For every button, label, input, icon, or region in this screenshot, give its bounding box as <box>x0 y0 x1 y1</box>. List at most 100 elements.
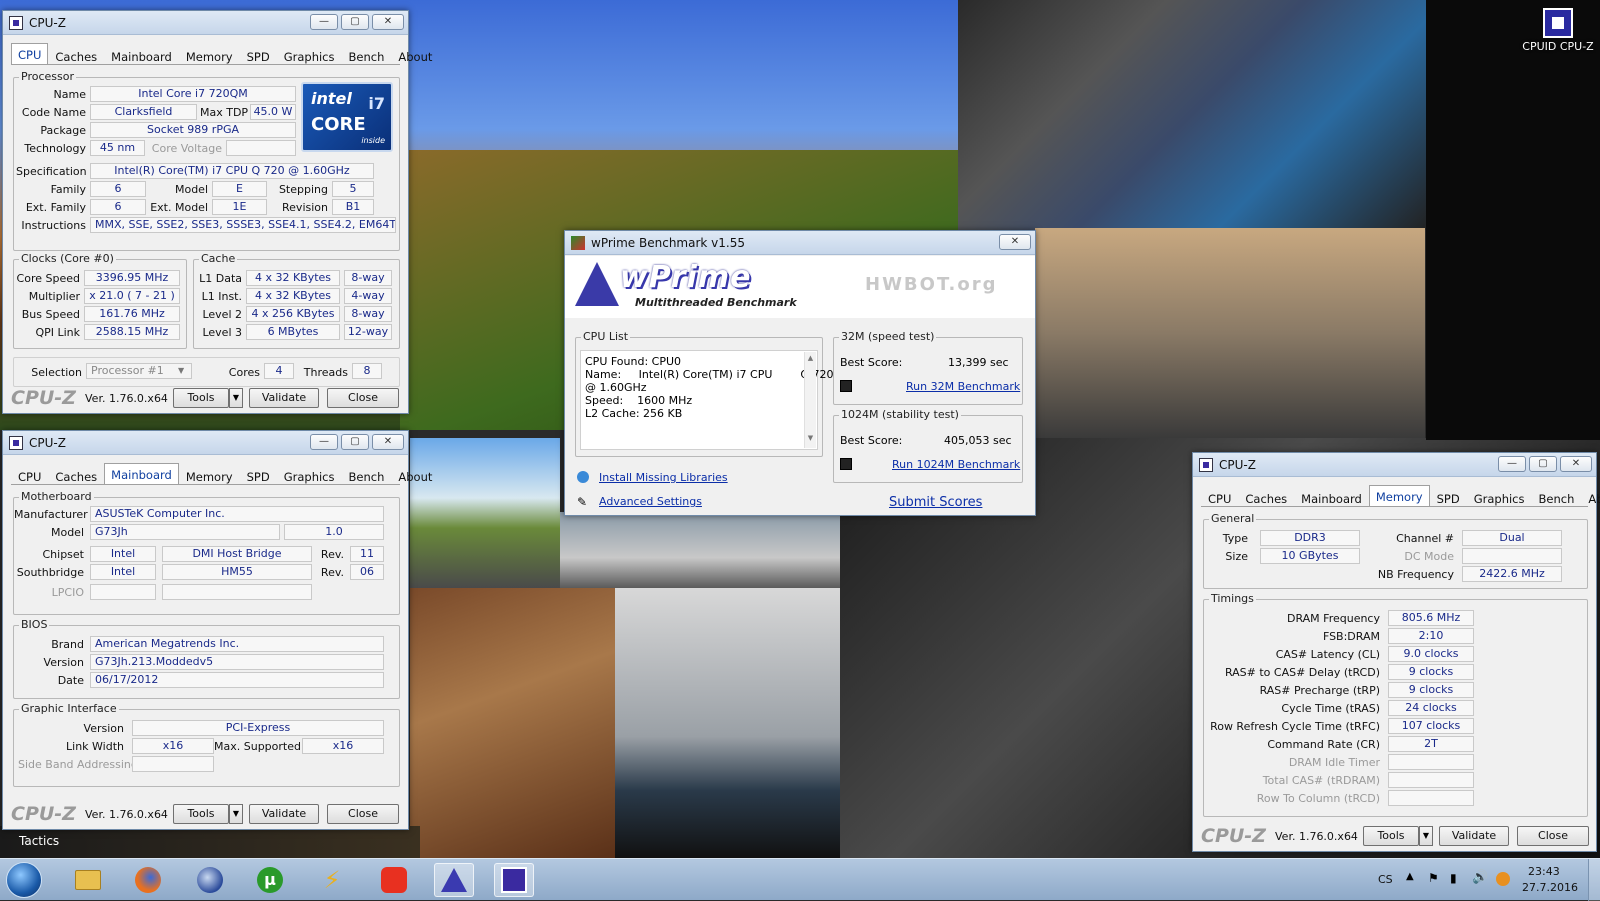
winamp-taskbar-button[interactable]: ⚡ <box>312 863 352 897</box>
timing-label: Row Refresh Cycle Time (tRFC) <box>1210 720 1380 733</box>
validate-button[interactable]: Validate <box>1439 826 1509 846</box>
tab-mainboard[interactable]: Mainboard <box>104 463 179 485</box>
titlebar[interactable]: CPU-Z — ▢ ✕ <box>3 11 408 35</box>
explorer-taskbar-button[interactable] <box>68 863 108 897</box>
wprime-taskbar-button[interactable] <box>434 863 474 897</box>
qpilink-label: QPI Link <box>35 326 80 339</box>
tab-cpu[interactable]: CPU <box>11 43 49 65</box>
level2-field: 4 x 256 KBytes <box>246 306 340 322</box>
titlebar[interactable]: CPU-Z — ▢ ✕ <box>3 431 408 455</box>
minimize-button[interactable]: — <box>310 14 338 30</box>
window-footer: CPU-Z Ver. 1.76.0.x64 Tools ▼ Validate C… <box>3 383 408 413</box>
timing-label: DRAM Frequency <box>1286 612 1380 625</box>
timing-value <box>1388 772 1474 788</box>
group-title: Processor <box>19 70 76 83</box>
test-32m-group: 32M (speed test) Best Score: 13,399 sec … <box>833 330 1023 405</box>
thunderbird-taskbar-button[interactable] <box>190 863 230 897</box>
tab-bench[interactable]: Bench <box>1532 487 1582 507</box>
scrollbar[interactable]: ▲ ▼ <box>804 352 816 448</box>
desktop-icon-cpuz[interactable]: CPUID CPU-Z <box>1518 8 1598 60</box>
maximize-button[interactable]: ▢ <box>341 434 369 450</box>
tab-mainboard[interactable]: Mainboard <box>1294 487 1369 507</box>
tab-about[interactable]: About <box>391 465 439 485</box>
tab-graphics[interactable]: Graphics <box>277 465 342 485</box>
tray-app-icon[interactable] <box>1496 872 1510 886</box>
tab-caches[interactable]: Caches <box>1238 487 1294 507</box>
wallpaper-van-photo <box>560 512 840 588</box>
tab-caches[interactable]: Caches <box>48 45 104 65</box>
timing-label: FSB:DRAM <box>1322 630 1380 643</box>
cpuz-brand: CPU-Z <box>11 803 76 825</box>
language-indicator[interactable]: CS <box>1378 873 1393 886</box>
tab-mainboard[interactable]: Mainboard <box>104 45 179 65</box>
cpu-list-box[interactable]: CPU Found: CPU0 Name: Intel(R) Core(TM) … <box>580 350 834 450</box>
close-window-button[interactable]: ✕ <box>999 234 1031 250</box>
tab-memory[interactable]: Memory <box>179 45 240 65</box>
tab-graphics[interactable]: Graphics <box>1467 487 1532 507</box>
tab-bench[interactable]: Bench <box>342 45 392 65</box>
tools-button[interactable]: Tools <box>1363 826 1419 846</box>
titlebar[interactable]: wPrime Benchmark v1.55 ✕ <box>565 231 1035 255</box>
tab-about[interactable]: About <box>391 45 439 65</box>
tab-memory[interactable]: Memory <box>179 465 240 485</box>
minimize-button[interactable]: — <box>310 434 338 450</box>
close-window-button[interactable]: ✕ <box>1560 456 1592 472</box>
hwbot-logo: HWBOT.org <box>865 274 998 295</box>
titlebar[interactable]: CPU-Z — ▢ ✕ <box>1193 453 1596 477</box>
tools-dropdown-icon[interactable]: ▼ <box>229 388 243 408</box>
tools-button[interactable]: Tools <box>173 388 229 408</box>
clock-date[interactable]: 27.7.2016 <box>1522 881 1578 894</box>
group-title: Graphic Interface <box>19 702 119 715</box>
clock-time[interactable]: 23:43 <box>1528 865 1560 878</box>
tactics-label: Tactics <box>19 834 60 848</box>
close-window-button[interactable]: ✕ <box>372 14 404 30</box>
minimize-button[interactable]: — <box>1498 456 1526 472</box>
flag-icon[interactable]: ⚑ <box>1428 871 1439 885</box>
close-button[interactable]: Close <box>1517 826 1589 846</box>
close-button[interactable]: Close <box>327 388 399 408</box>
tab-about[interactable]: About <box>1581 487 1600 507</box>
start-button[interactable] <box>6 862 42 898</box>
lpcio-vendor-field <box>90 584 156 600</box>
corevoltage-label: Core Voltage <box>151 142 222 155</box>
volume-icon[interactable]: 🔊 <box>1472 870 1488 885</box>
processor-select[interactable]: Processor #1 <box>86 363 192 379</box>
busspeed-label: Bus Speed <box>21 308 80 321</box>
tab-cpu[interactable]: CPU <box>11 465 48 485</box>
tab-bench[interactable]: Bench <box>342 465 392 485</box>
show-desktop-button[interactable] <box>1588 859 1600 901</box>
validate-button[interactable]: Validate <box>249 804 319 824</box>
tab-graphics[interactable]: Graphics <box>277 45 342 65</box>
firefox-taskbar-button[interactable] <box>128 863 168 897</box>
l1inst-field: 4 x 32 KBytes <box>246 288 340 304</box>
chevron-down-icon[interactable]: ▼ <box>178 366 184 375</box>
close-button[interactable]: Close <box>327 804 399 824</box>
cpuz-taskbar-button[interactable] <box>494 863 534 897</box>
submit-scores-link[interactable]: Submit Scores <box>889 495 982 510</box>
tab-spd[interactable]: SPD <box>240 465 277 485</box>
extfamily-label: Ext. Family <box>25 201 86 214</box>
maximize-button[interactable]: ▢ <box>341 14 369 30</box>
tools-dropdown-icon[interactable]: ▼ <box>229 804 243 824</box>
tools-button[interactable]: Tools <box>173 804 229 824</box>
tools-dropdown-icon[interactable]: ▼ <box>1419 826 1433 846</box>
tab-cpu[interactable]: CPU <box>1201 487 1238 507</box>
advanced-settings-link[interactable]: Advanced Settings <box>599 495 702 508</box>
maximize-button[interactable]: ▢ <box>1529 456 1557 472</box>
run-32m-link[interactable]: Run 32M Benchmark <box>906 380 1020 393</box>
close-window-button[interactable]: ✕ <box>372 434 404 450</box>
show-hidden-icons[interactable]: ▲ <box>1406 871 1414 882</box>
tab-spd[interactable]: SPD <box>1430 487 1467 507</box>
network-icon[interactable]: ▮ <box>1450 871 1457 885</box>
tab-spd[interactable]: SPD <box>240 45 277 65</box>
recorder-taskbar-button[interactable] <box>374 863 414 897</box>
tab-caches[interactable]: Caches <box>48 465 104 485</box>
install-libraries-link[interactable]: Install Missing Libraries <box>599 471 728 484</box>
run-1024m-link[interactable]: Run 1024M Benchmark <box>892 458 1020 471</box>
utorrent-taskbar-button[interactable]: µ <box>250 863 290 897</box>
timing-value <box>1388 790 1474 806</box>
validate-button[interactable]: Validate <box>249 388 319 408</box>
core-logo-text: CORE <box>311 114 366 135</box>
wallpaper-dark-right <box>1426 0 1600 440</box>
tab-memory[interactable]: Memory <box>1368 485 1430 507</box>
